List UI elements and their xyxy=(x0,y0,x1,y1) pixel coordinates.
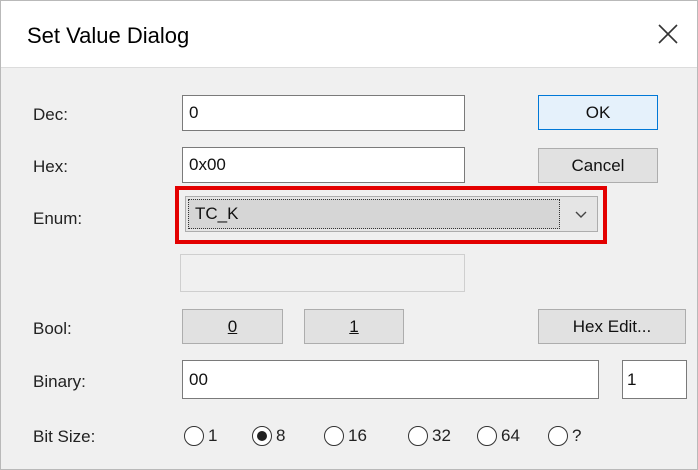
enum-label: Enum: xyxy=(33,209,83,228)
set-value-dialog: Set Value Dialog Dec: 0 OK Hex: 0x00 Can… xyxy=(0,0,698,470)
bool-0-label: 0 xyxy=(227,317,238,336)
radio-label: 16 xyxy=(348,426,367,445)
bitsize-radio-unknown[interactable]: ? xyxy=(548,424,581,448)
radio-circle-selected xyxy=(252,426,272,446)
enum-description-field xyxy=(180,254,465,292)
radio-label: 32 xyxy=(432,426,451,445)
radio-circle xyxy=(408,426,428,446)
radio-label: ? xyxy=(572,426,582,445)
radio-circle xyxy=(548,426,568,446)
radio-label: 8 xyxy=(276,426,286,445)
bitsize-radio-16[interactable]: 16 xyxy=(324,424,367,448)
cancel-button[interactable]: Cancel xyxy=(538,148,658,183)
bitsize-radio-32[interactable]: 32 xyxy=(408,424,451,448)
radio-circle xyxy=(184,426,204,446)
bitsize-radio-1[interactable]: 1 xyxy=(184,424,217,448)
radio-circle xyxy=(324,426,344,446)
bool-0-button[interactable]: 0 xyxy=(182,309,283,344)
radio-label: 1 xyxy=(208,426,218,445)
enum-highlight: TC_K xyxy=(175,186,607,244)
dialog-title: Set Value Dialog xyxy=(27,23,190,48)
radio-label: 64 xyxy=(501,426,520,445)
close-icon[interactable] xyxy=(653,19,683,49)
bool-1-label: 1 xyxy=(349,317,359,336)
hex-label: Hex: xyxy=(33,157,68,176)
title-bar: Set Value Dialog xyxy=(1,1,697,68)
bitsize-radio-64[interactable]: 64 xyxy=(477,424,520,448)
dec-label: Dec: xyxy=(33,105,68,124)
dec-field[interactable]: 0 xyxy=(182,95,465,131)
radio-circle xyxy=(477,426,497,446)
bool-label: Bool: xyxy=(33,319,72,338)
chevron-down-icon xyxy=(573,208,589,220)
enum-selected-value: TC_K xyxy=(188,199,560,229)
dialog-body: Dec: 0 OK Hex: 0x00 Cancel Enum: TC_K Bo… xyxy=(1,68,697,469)
hex-edit-button[interactable]: Hex Edit... xyxy=(538,309,686,344)
ok-button[interactable]: OK xyxy=(538,95,658,130)
binary-field[interactable]: 00 xyxy=(182,360,599,399)
enum-dropdown[interactable]: TC_K xyxy=(185,196,598,232)
bitsize-radio-8[interactable]: 8 xyxy=(252,424,285,448)
hex-field[interactable]: 0x00 xyxy=(182,147,465,183)
bool-1-button[interactable]: 1 xyxy=(304,309,404,344)
binary-count-field[interactable]: 1 xyxy=(622,360,687,399)
binary-label: Binary: xyxy=(33,372,86,391)
bitsize-label: Bit Size: xyxy=(33,427,96,446)
